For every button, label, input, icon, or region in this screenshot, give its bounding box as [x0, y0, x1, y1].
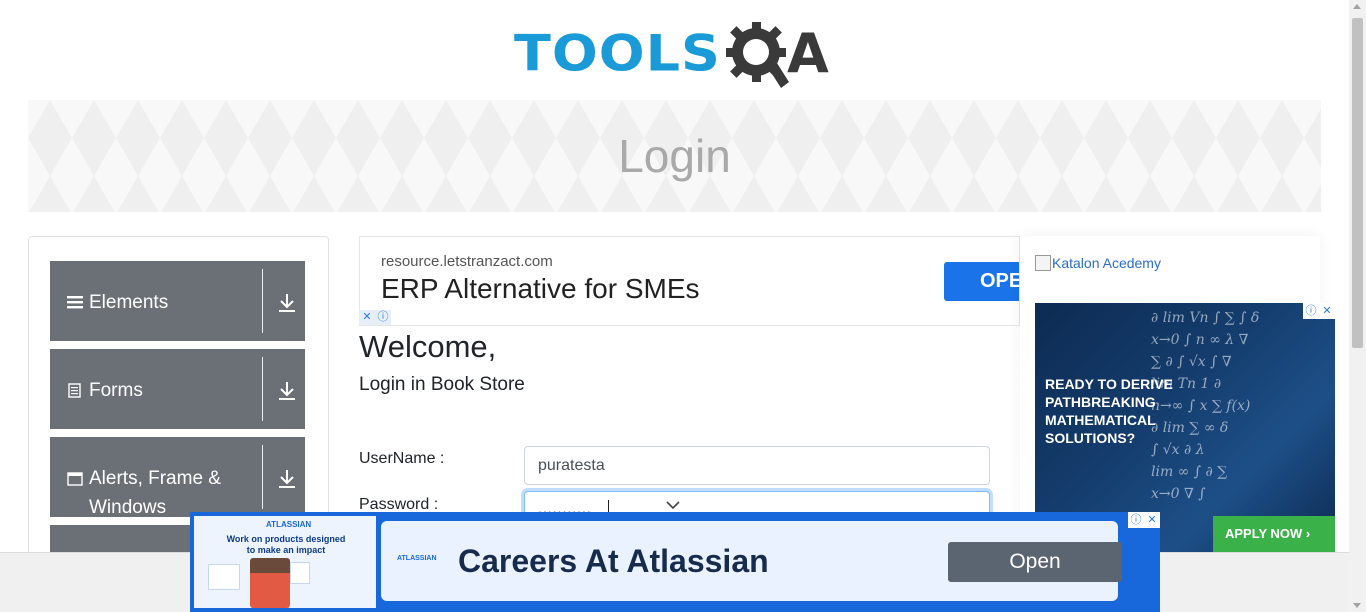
window-icon — [67, 472, 83, 486]
sidebar-group-forms[interactable]: Forms — [50, 349, 305, 429]
divider — [262, 269, 263, 333]
info-icon[interactable]: ⓘ — [1303, 303, 1319, 319]
decorative-card — [208, 564, 240, 590]
katalon-alt-text: Katalon Acedemy — [1052, 255, 1161, 271]
katalon-academy-image[interactable]: Katalon Acedemy — [1035, 255, 1161, 271]
toolsqa-logo[interactable]: TOOLS A — [514, 16, 838, 92]
close-icon[interactable]: ✕ — [1144, 512, 1160, 528]
gear-magnifier-icon — [725, 22, 789, 88]
atlassian-logo: ATLASSIAN — [266, 520, 312, 529]
sidebar-group-label: Forms — [89, 380, 143, 401]
ad-open-button[interactable]: OPE — [944, 262, 1019, 301]
sidebar-group-alerts-frame-windows[interactable]: Alerts, Frame & Windows — [50, 437, 305, 518]
divider — [262, 357, 263, 421]
close-icon[interactable]: ✕ — [359, 310, 375, 325]
welcome-heading: Welcome, — [359, 329, 497, 364]
person-photo — [250, 558, 290, 608]
ad-choices[interactable]: ✕ ⓘ — [359, 310, 391, 325]
login-subtitle: Login in Book Store — [359, 374, 525, 395]
page-banner: Login — [28, 100, 1321, 212]
sidebar-group-elements[interactable]: Elements — [50, 261, 305, 341]
atlassian-ad-thumbnail: ATLASSIAN Work on products designed to m… — [194, 516, 376, 608]
atlassian-logo: ATLASSIAN — [397, 555, 437, 562]
download-arrow-icon[interactable] — [278, 469, 296, 489]
page-title: Login — [618, 130, 731, 182]
info-icon[interactable]: ⓘ — [375, 310, 391, 325]
username-input[interactable] — [524, 446, 990, 485]
chevron-down-icon[interactable] — [666, 500, 680, 510]
ad-choices[interactable]: ⓘ ✕ — [1128, 512, 1160, 528]
atlassian-open-button[interactable]: Open — [948, 542, 1122, 582]
logo-tools-text: TOOLS — [514, 24, 721, 83]
ad-tagline: Work on products designed to make an imp… — [226, 534, 346, 555]
sidebar-group-label: Elements — [89, 292, 169, 313]
ad-choices[interactable]: ⓘ ✕ — [1303, 303, 1335, 319]
close-icon[interactable]: ✕ — [1319, 303, 1335, 319]
scrollbar-thumb[interactable] — [1352, 18, 1363, 348]
ad-headline: ERP Alternative for SMEs — [381, 273, 700, 304]
username-label: UserName : — [359, 450, 445, 467]
broken-image-icon — [1035, 255, 1051, 271]
page: TOOLS A Login Elements Forms Alerts, Fra… — [0, 0, 1366, 612]
info-icon[interactable]: ⓘ — [1128, 512, 1144, 528]
apply-now-button[interactable]: APPLY NOW › — [1213, 516, 1335, 552]
scroll-up-arrow-icon[interactable] — [1353, 4, 1361, 9]
atlassian-ad-title: Careers At Atlassian — [458, 543, 769, 579]
download-arrow-icon[interactable] — [278, 381, 296, 401]
decorative-card — [290, 562, 310, 584]
atlassian-ad[interactable]: ATLASSIAN Work on products designed to m… — [190, 512, 1160, 612]
logo-a-text: A — [786, 22, 829, 85]
download-arrow-icon[interactable] — [278, 293, 296, 313]
document-icon — [68, 383, 81, 398]
ad-banner-top[interactable]: resource.letstranzact.com ERP Alternativ… — [359, 236, 1020, 326]
page-scrollbar[interactable] — [1349, 0, 1366, 612]
math-ad-headline: READY TO DERIVE PATHBREAKING MATHEMATICA… — [1045, 376, 1173, 446]
ad-url: resource.letstranzact.com — [381, 253, 553, 270]
divider — [262, 445, 263, 509]
scroll-down-arrow-icon[interactable] — [1353, 603, 1361, 608]
hamburger-icon — [67, 296, 83, 309]
